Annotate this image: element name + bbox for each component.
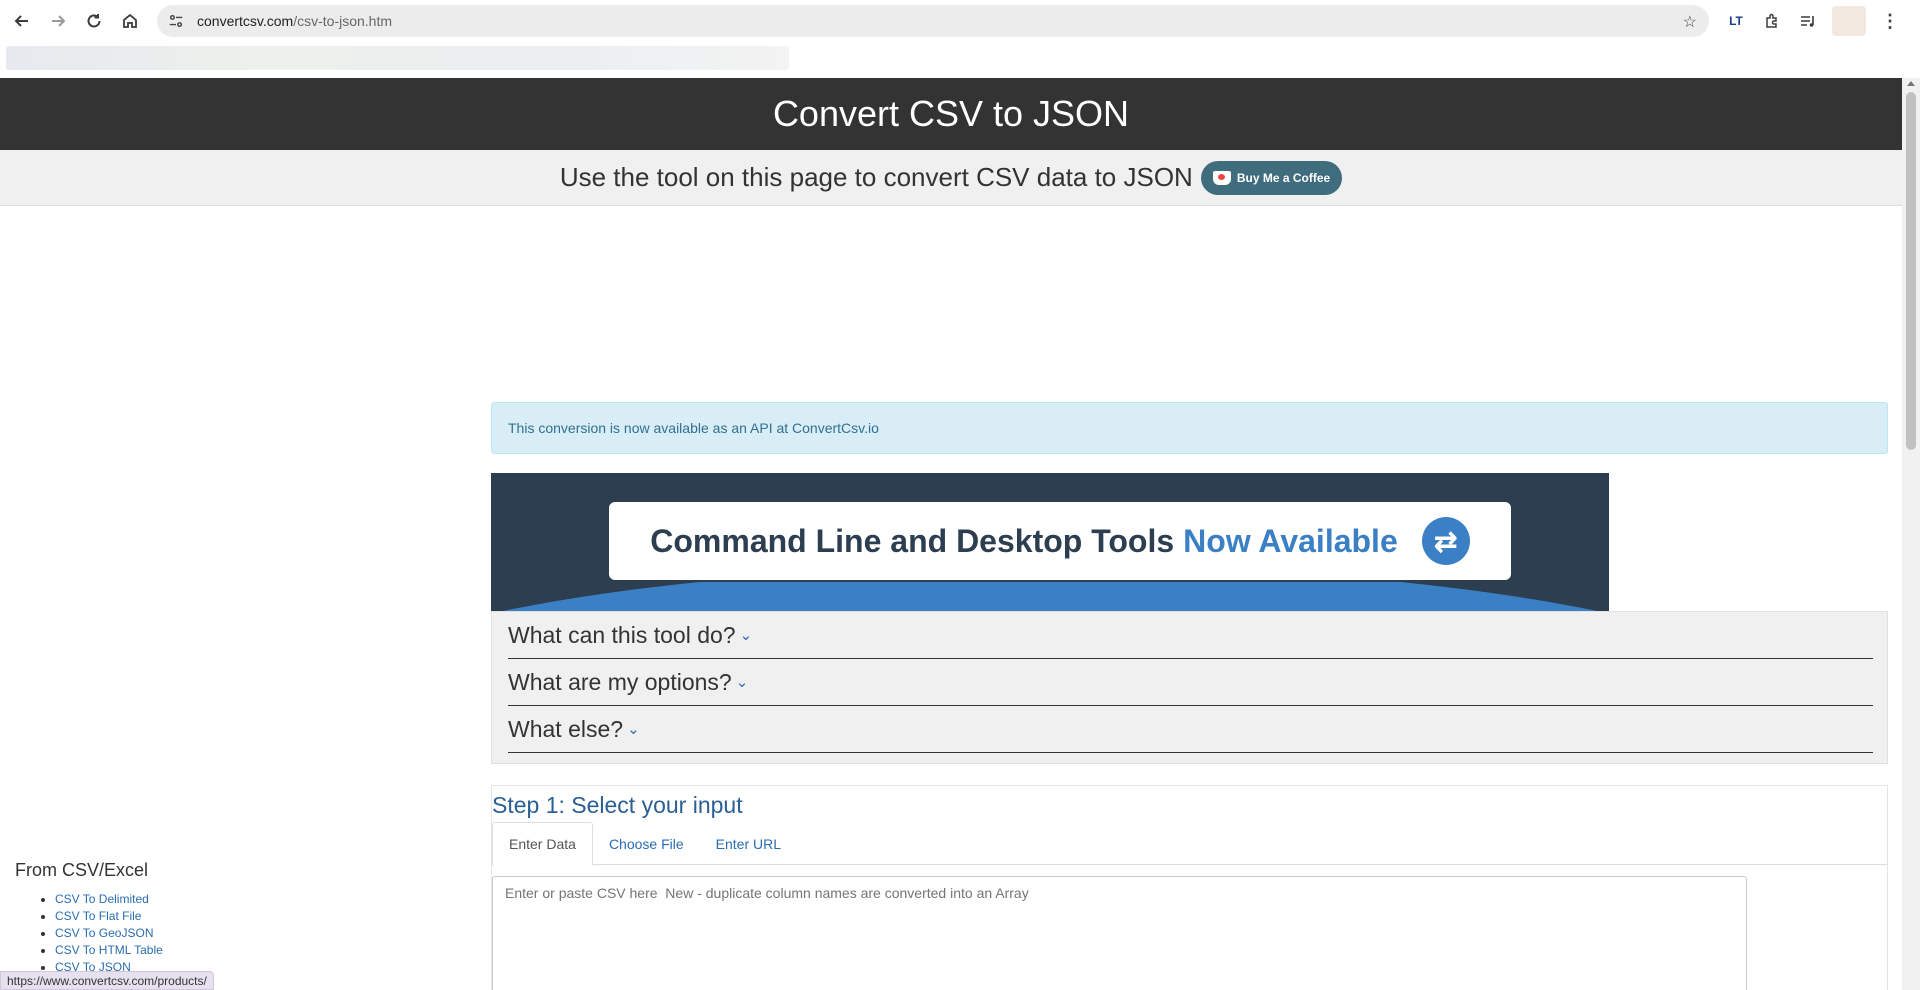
step1-title: Step 1: Select your input	[492, 792, 743, 818]
home-icon	[123, 13, 137, 28]
buy-coffee-button[interactable]: Buy Me a Coffee	[1200, 160, 1343, 195]
page-content: Convert CSV to JSON Use the tool on this…	[0, 78, 1902, 990]
chevron-down-icon: ⌄	[735, 674, 749, 691]
tab-enter-url[interactable]: Enter URL	[700, 822, 797, 865]
scrollbar-thumb[interactable]	[1906, 92, 1916, 450]
api-notice-alert[interactable]: This conversion is now available as an A…	[491, 402, 1888, 454]
faq-label: What else?	[508, 715, 624, 742]
swap-arrows-icon: ⇄	[1421, 517, 1470, 565]
tab-enter-data[interactable]: Enter Data	[492, 822, 593, 866]
page-scrollbar[interactable]	[1902, 78, 1920, 990]
extensions-puzzle-icon[interactable]	[1754, 3, 1790, 39]
csv-input-textarea[interactable]	[492, 876, 1747, 990]
url-text: convertcsv.com/csv-to-json.htm	[197, 13, 393, 29]
browser-toolbar: convertcsv.com/csv-to-json.htm ☆ LT ⋮	[0, 0, 1920, 42]
list-item: CSV To Delimited	[55, 891, 163, 908]
sidebar-heading: From CSV/Excel	[15, 860, 149, 880]
sidebar-link[interactable]: CSV To HTML Table	[55, 943, 163, 957]
back-button[interactable]	[4, 3, 40, 39]
list-item: CSV To GeoJSON	[55, 925, 163, 942]
banner-box: Command Line and Desktop Tools Now Avail…	[607, 500, 1513, 582]
sidebar-link[interactable]: CSV To Flat File	[55, 909, 141, 923]
bookmark-star-icon[interactable]: ☆	[1683, 12, 1697, 32]
bookmarks-bar	[6, 46, 789, 70]
address-bar[interactable]: convertcsv.com/csv-to-json.htm ☆	[157, 5, 1709, 37]
scroll-up-arrow-icon[interactable]	[1907, 81, 1915, 86]
banner-highlight: Now Available	[1183, 522, 1398, 559]
page-subtitle: Use the tool on this page to convert CSV…	[0, 150, 1902, 206]
faq-label: What can this tool do?	[508, 621, 736, 648]
desktop-tools-banner[interactable]: Command Line and Desktop Tools Now Avail…	[491, 473, 1609, 611]
chevron-down-icon: ⌄	[739, 627, 753, 644]
chevron-down-icon: ⌄	[627, 721, 640, 738]
list-item: CSV To Flat File	[55, 908, 163, 925]
toolbar-extensions: LT ⋮	[1718, 0, 1908, 42]
more-menu-icon[interactable]: ⋮	[1872, 3, 1908, 39]
faq-item-options[interactable]: What are my options? ⌄	[508, 659, 1873, 706]
sidebar-link-list: CSV To Delimited CSV To Flat File CSV To…	[55, 891, 163, 976]
tab-choose-file[interactable]: Choose File	[593, 822, 700, 865]
home-button[interactable]	[112, 3, 148, 39]
subtitle-text: Use the tool on this page to convert CSV…	[559, 162, 1193, 192]
step1-panel: Step 1: Select your input Enter Data Cho…	[491, 785, 1888, 990]
arrow-right-icon	[52, 15, 66, 27]
arrow-left-icon	[14, 15, 28, 27]
faq-accordion: What can this tool do? ⌄ What are my opt…	[491, 611, 1888, 764]
buy-coffee-label: Buy Me a Coffee	[1236, 170, 1331, 185]
media-control-icon[interactable]	[1790, 3, 1826, 39]
sidebar-link[interactable]: CSV To Delimited	[55, 892, 149, 906]
profile-avatar[interactable]	[1832, 6, 1866, 36]
reload-button[interactable]	[76, 3, 112, 39]
faq-item-what-can[interactable]: What can this tool do? ⌄	[508, 612, 1873, 659]
faq-item-what-else[interactable]: What else? ⌄	[508, 706, 1873, 753]
api-notice-text: This conversion is now available as an A…	[508, 420, 879, 436]
input-tabs: Enter Data Choose File Enter URL	[492, 822, 1887, 866]
reload-icon	[87, 14, 101, 28]
coffee-cup-icon	[1212, 170, 1231, 185]
faq-label: What are my options?	[508, 668, 732, 695]
forward-button[interactable]	[40, 3, 76, 39]
translate-extension-icon[interactable]: LT	[1718, 3, 1754, 39]
status-bar-url: https://www.convertcsv.com/products/	[0, 971, 214, 990]
page-title: Convert CSV to JSON	[0, 78, 1902, 150]
list-item: CSV To HTML Table	[55, 942, 163, 959]
sidebar-link[interactable]: CSV To GeoJSON	[55, 926, 153, 940]
banner-text: Command Line and Desktop Tools	[650, 522, 1175, 559]
site-info-icon[interactable]	[167, 12, 185, 30]
